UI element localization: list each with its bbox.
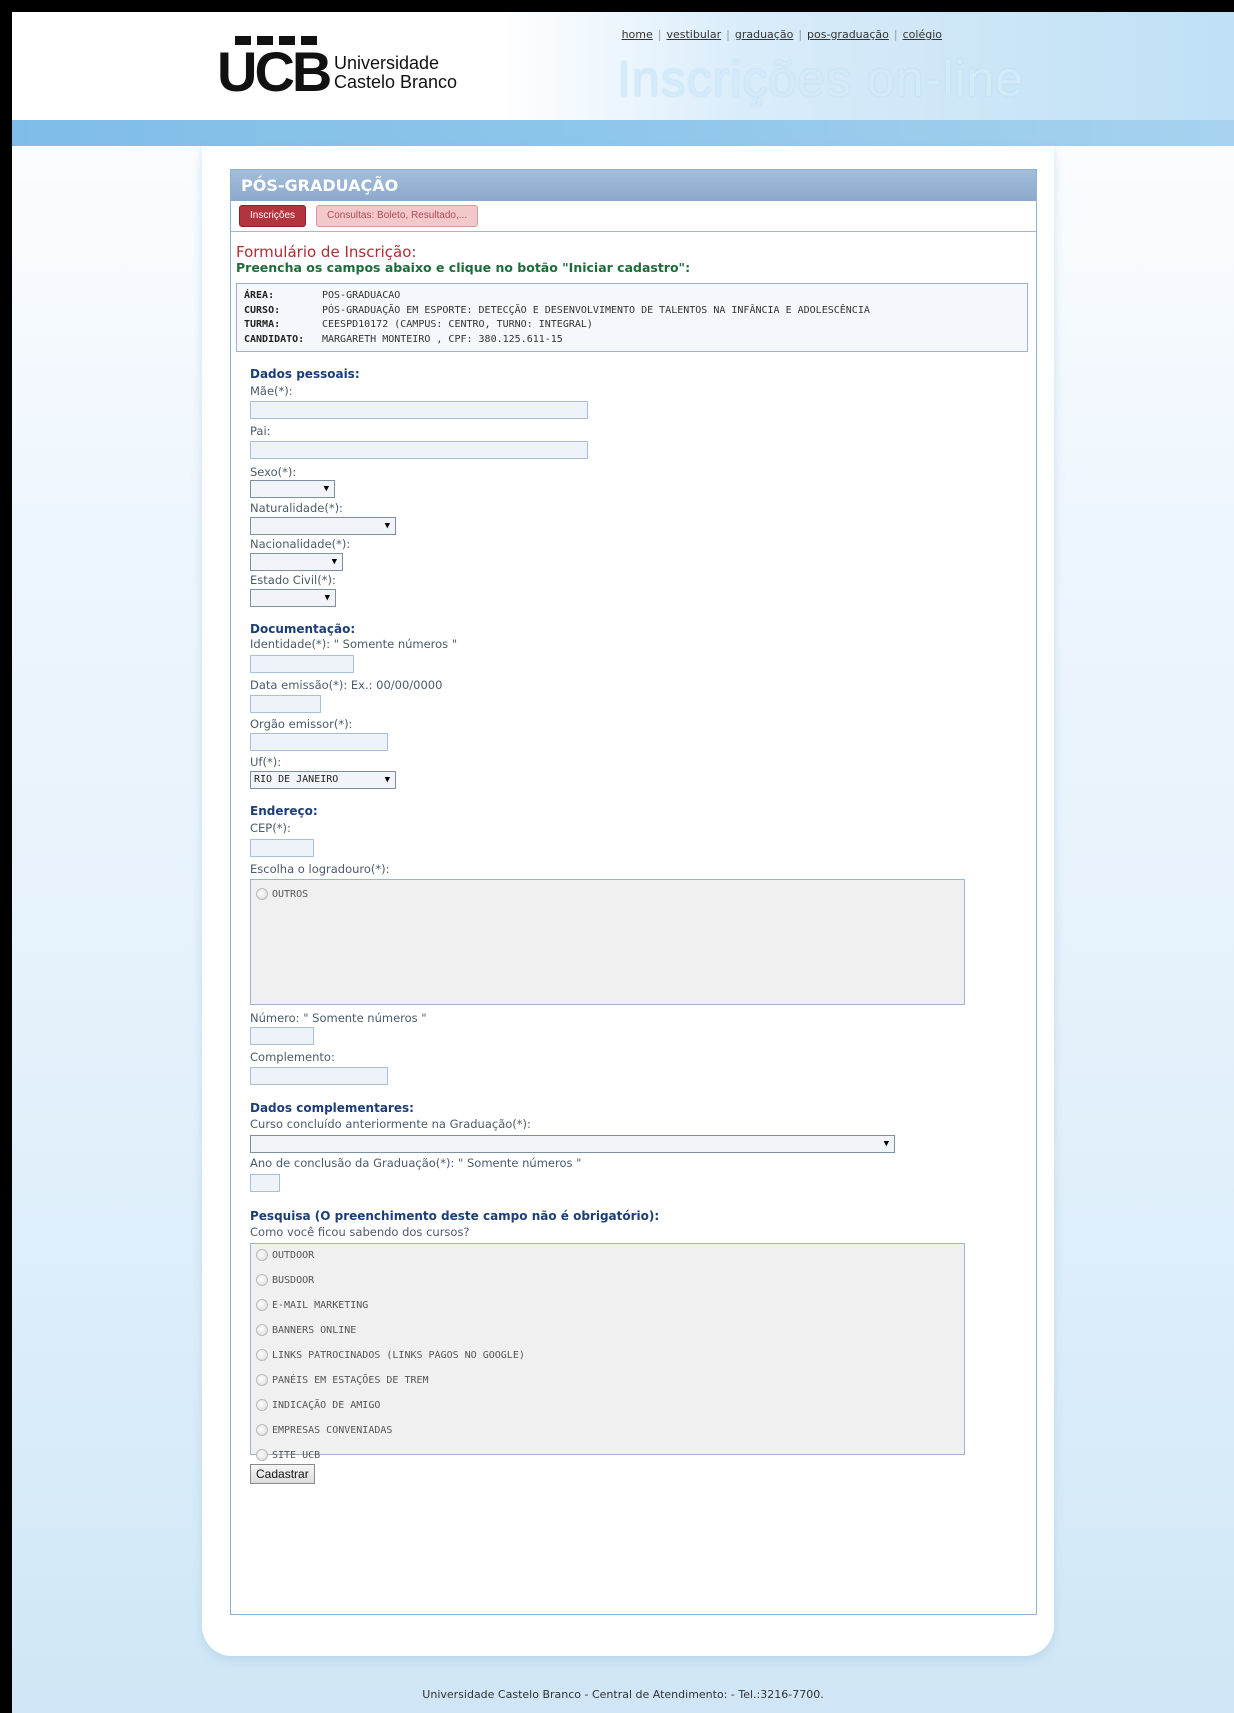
radio-icon[interactable]: [256, 888, 268, 900]
chevron-down-icon: ▼: [883, 1139, 889, 1149]
logo[interactable]: UCB Universidade Castelo Branco: [217, 36, 458, 100]
chevron-down-icon: ▼: [331, 557, 337, 567]
list-item[interactable]: SITE UCB: [256, 1449, 964, 1474]
nav-link-graduacao[interactable]: graduação: [735, 28, 793, 41]
radio-icon[interactable]: [256, 1274, 268, 1286]
tagline: Inscrições on-line: [617, 51, 1025, 107]
nav-link-vestibular[interactable]: vestibular: [666, 28, 721, 41]
form-title: Formulário de Inscrição:: [236, 243, 417, 261]
radio-icon[interactable]: [256, 1349, 268, 1361]
logradouro-list[interactable]: OUTROS: [250, 879, 965, 1005]
label-nacionalidade: Nacionalidade(*):: [250, 537, 351, 551]
curso-graduacao-select[interactable]: ▼: [250, 1135, 895, 1153]
label-pai: Pai:: [250, 424, 271, 438]
nacionalidade-select[interactable]: ▼: [250, 553, 343, 571]
label-estado-civil: Estado Civil(*):: [250, 573, 336, 587]
mae-input[interactable]: [250, 401, 588, 419]
heading-pesquisa: Pesquisa (O preenchimento deste campo nã…: [250, 1209, 660, 1223]
info-row-area: ÁREA: POS-GRADUACAO: [244, 290, 401, 301]
naturalidade-select[interactable]: ▼: [250, 517, 396, 535]
identidade-input[interactable]: [250, 655, 354, 673]
logo-mark: UCB: [217, 36, 332, 100]
radio-icon[interactable]: [256, 1374, 268, 1386]
logo-ucb: UCB: [217, 40, 332, 103]
label-data-emissao: Data emissão(*): Ex.: 00/00/0000: [250, 678, 443, 692]
cadastrar-button[interactable]: Cadastrar: [250, 1464, 315, 1484]
radio-icon[interactable]: [256, 1424, 268, 1436]
list-item[interactable]: EMPRESAS CONVENIADAS: [256, 1424, 964, 1449]
label-orgao-emissor: Orgão emissor(*):: [250, 717, 353, 731]
list-item[interactable]: INDICAÇÃO DE AMIGO: [256, 1399, 964, 1424]
header-band: [12, 120, 1234, 146]
label-mae: Mãe(*):: [250, 384, 293, 398]
cep-input[interactable]: [250, 839, 314, 857]
list-item[interactable]: BUSDOOR: [256, 1274, 964, 1299]
tab-inscricoes[interactable]: Inscrições: [239, 205, 307, 227]
data-emissao-input[interactable]: [250, 695, 321, 713]
label-pesquisa-question: Como você ficou sabendo dos cursos?: [250, 1225, 470, 1239]
label-curso-graduacao: Curso concluído anteriormente na Graduaç…: [250, 1117, 531, 1131]
pai-input[interactable]: [250, 441, 588, 459]
list-item[interactable]: BANNERS ONLINE: [256, 1324, 964, 1349]
chevron-down-icon: ▼: [324, 593, 330, 603]
chevron-down-icon: ▼: [384, 775, 390, 785]
chevron-down-icon: ▼: [323, 484, 329, 494]
uf-selected-value: RIO DE JANEIRO: [254, 774, 339, 785]
pesquisa-options: OUTDOOR BUSDOOR E-MAIL MARKETING BANNERS…: [250, 1243, 965, 1461]
page-frame: UCB Universidade Castelo Branco home | ves…: [12, 12, 1234, 1713]
radio-icon[interactable]: [256, 1399, 268, 1411]
divider: [231, 231, 1036, 232]
label-cep: CEP(*):: [250, 821, 291, 835]
heading-dados-complementares: Dados complementares:: [250, 1101, 414, 1115]
form-container: PÓS-GRADUAÇÃO Inscrições Consultas: Bole…: [230, 169, 1037, 1615]
info-row-candidato: CANDIDATO: MARGARETH MONTEIRO , CPF: 380.…: [244, 333, 563, 345]
heading-endereco: Endereço:: [250, 804, 318, 818]
heading-documentacao: Documentação:: [250, 622, 356, 636]
heading-dados-pessoais: Dados pessoais:: [250, 367, 360, 381]
sexo-select[interactable]: ▼: [250, 480, 335, 498]
label-complemento: Complemento:: [250, 1050, 335, 1064]
list-item[interactable]: E-MAIL MARKETING: [256, 1299, 964, 1324]
complemento-input[interactable]: [250, 1067, 388, 1085]
section-title: PÓS-GRADUAÇÃO: [231, 170, 1036, 201]
list-item[interactable]: OUTDOOR: [256, 1249, 964, 1274]
estado-civil-select[interactable]: ▼: [250, 589, 336, 607]
radio-icon[interactable]: [256, 1324, 268, 1336]
list-item[interactable]: OUTROS: [251, 880, 964, 913]
label-logradouro: Escolha o logradouro(*):: [250, 862, 390, 876]
uf-select[interactable]: RIO DE JANEIRO ▼: [250, 771, 396, 789]
top-nav: home | vestibular | graduação | pos-graduação |…: [621, 28, 942, 41]
numero-input[interactable]: [250, 1027, 314, 1045]
label-uf: Uf(*):: [250, 755, 282, 769]
logo-text: Universidade Castelo Branco: [334, 53, 458, 92]
label-numero: Número: " Somente números ": [250, 1011, 427, 1025]
list-item[interactable]: LINKS PATROCINADOS (LINKS PAGOS NO GOOGL…: [256, 1349, 964, 1374]
label-ano-conclusao: Ano de conclusão da Graduação(*): " Some…: [250, 1156, 582, 1170]
footer: Universidade Castelo Branco - Central de…: [422, 1688, 824, 1701]
tab-consultas[interactable]: Consultas: Boleto, Resultado,...: [316, 205, 479, 227]
tabs: Inscrições Consultas: Boleto, Resultado,…: [239, 205, 479, 227]
header: UCB Universidade Castelo Branco home | ves…: [12, 12, 1234, 120]
info-row-curso: CURSO: PÓS-GRADUAÇÃO EM ESPORTE: DETECÇÃO…: [244, 304, 870, 316]
label-sexo: Sexo(*):: [250, 465, 297, 479]
orgao-emissor-input[interactable]: [250, 733, 388, 751]
label-identidade: Identidade(*): " Somente números ": [250, 637, 458, 651]
radio-icon[interactable]: [256, 1299, 268, 1311]
nav-link-home[interactable]: home: [622, 28, 653, 41]
chevron-down-icon: ▼: [384, 521, 390, 531]
info-row-turma: TURMA: CEESPD10172 (CAMPUS: CENTRO, TURNO…: [244, 319, 593, 330]
radio-icon[interactable]: [256, 1249, 268, 1261]
nav-link-colegio[interactable]: colégio: [903, 28, 942, 41]
ano-conclusao-input[interactable]: [250, 1174, 280, 1192]
form-subtitle: Preencha os campos abaixo e clique no bo…: [236, 260, 691, 275]
list-item[interactable]: PANÉIS EM ESTAÇÕES DE TREM: [256, 1374, 964, 1399]
label-naturalidade: Naturalidade(*):: [250, 501, 343, 515]
nav-link-pos-graduacao[interactable]: pos-graduação: [807, 28, 889, 41]
radio-icon[interactable]: [256, 1449, 268, 1461]
enrollment-info: ÁREA: POS-GRADUACAO CURSO: PÓS-GRADUAÇÃO E…: [236, 283, 1028, 352]
